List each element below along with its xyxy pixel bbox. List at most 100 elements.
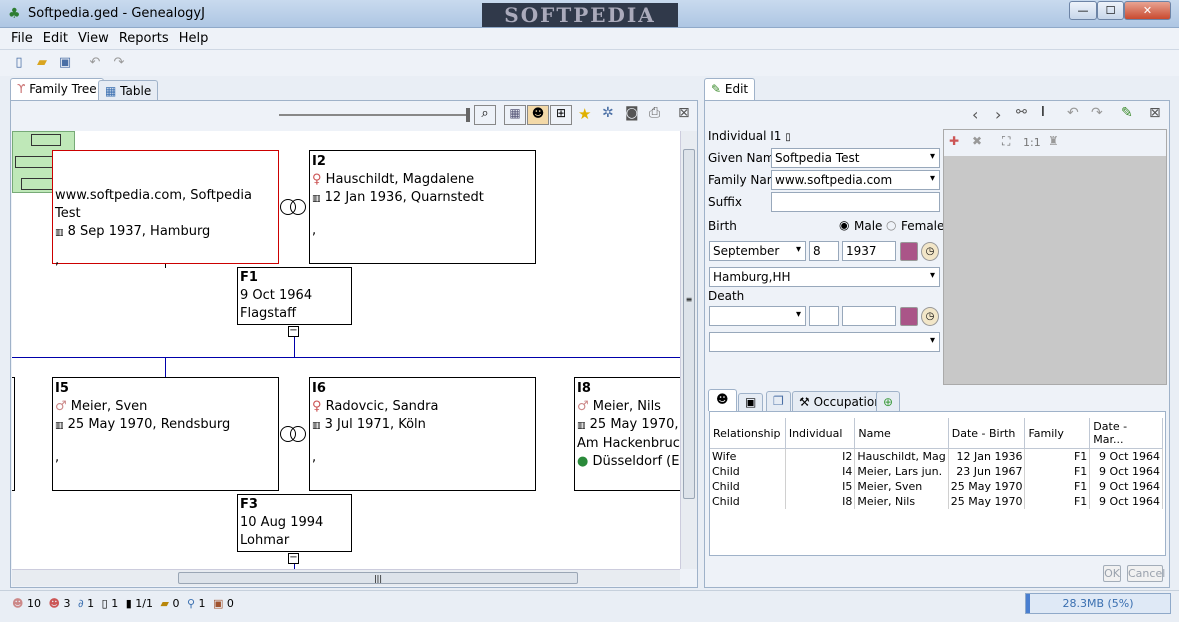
edit-pencil-icon[interactable]: ✎ bbox=[1121, 105, 1133, 121]
save-icon[interactable]: ▣ bbox=[56, 54, 74, 72]
death-year-field[interactable] bbox=[842, 306, 896, 326]
maximize-button[interactable]: ☐ bbox=[1097, 1, 1124, 20]
col-date-birth[interactable]: Date - Birth bbox=[948, 418, 1026, 449]
camera-icon[interactable]: ◙ bbox=[625, 105, 639, 121]
horizontal-scrollbar[interactable]: ||| bbox=[12, 569, 680, 586]
birth-icon: ▥ bbox=[312, 194, 321, 204]
zoom-slider-track[interactable] bbox=[279, 114, 469, 116]
family-card-f1[interactable]: F1 9 Oct 1964 Flagstaff bbox=[237, 267, 352, 325]
male-radio[interactable]: ◉ bbox=[839, 218, 849, 232]
birth-place-field[interactable]: Hamburg,HH bbox=[709, 267, 940, 287]
person-card-i1[interactable]: www.softpedia.com, Softpedia Test ▥ 8 Se… bbox=[52, 150, 279, 268]
scale-label[interactable]: 1:1 bbox=[1023, 136, 1041, 149]
back-arrow-icon[interactable]: ‹ bbox=[972, 105, 978, 124]
close-view-icon[interactable]: ⊠ bbox=[1149, 105, 1161, 121]
person-card-i8[interactable]: I8 ♂ Meier, Nils ▥ 25 May 1970, F Am Hac… bbox=[574, 377, 680, 491]
delete-media-icon[interactable]: ✖ bbox=[972, 134, 982, 148]
family-card-f3[interactable]: F3 10 Aug 1994 Lohmar bbox=[237, 494, 352, 552]
collapse-button[interactable]: − bbox=[288, 326, 299, 337]
tab-add-property[interactable]: ⊕ bbox=[876, 391, 901, 411]
person-card-i2[interactable]: I2 ♀ Hauschildt, Magdalene ▥ 12 Jan 1936… bbox=[309, 150, 536, 264]
undo-icon[interactable]: ↶ bbox=[1067, 105, 1079, 121]
add-media-icon[interactable]: ✚ bbox=[949, 134, 959, 148]
calendar-icon[interactable] bbox=[900, 242, 918, 261]
open-folder-icon[interactable]: ▰ bbox=[33, 54, 51, 72]
col-name[interactable]: Name bbox=[854, 418, 949, 449]
bookmark-star-icon[interactable]: ★ bbox=[578, 105, 591, 123]
tab-table-label: Table bbox=[120, 84, 152, 98]
cancel-button[interactable]: Cancel bbox=[1127, 565, 1165, 582]
horizontal-scroll-thumb[interactable]: ||| bbox=[178, 572, 578, 584]
tab-notes[interactable]: ▣ bbox=[738, 393, 764, 411]
vertical-scrollbar[interactable]: ≡ bbox=[680, 131, 697, 569]
family-name-field[interactable]: www.softpedia.com bbox=[771, 170, 940, 190]
table-row[interactable]: Wife I2 Hauschildt, Mag 12 Jan 1936 F1 9 Oct … bbox=[710, 448, 1163, 464]
menu-edit[interactable]: Edit bbox=[38, 28, 73, 46]
person-card-i6[interactable]: I6 ♀ Radovcic, Sandra ▥ 3 Jul 1971, Köln… bbox=[309, 377, 536, 491]
birth-place-value: Hamburg,HH bbox=[713, 270, 791, 284]
layout-grid-icon[interactable]: ▦ bbox=[504, 105, 526, 125]
memory-indicator[interactable]: 28.3MB (5%) bbox=[1025, 593, 1171, 614]
death-month-select[interactable] bbox=[709, 306, 806, 326]
birth-text: 8 Sep 1937, Hamburg bbox=[67, 224, 211, 239]
given-name-field[interactable]: Softpedia Test bbox=[771, 148, 940, 168]
individuals-count: 10 bbox=[26, 597, 41, 610]
undo-icon[interactable]: ↶ bbox=[86, 54, 104, 72]
female-label: Female bbox=[901, 219, 945, 233]
menu-view[interactable]: View bbox=[73, 28, 114, 46]
zoom-slider-thumb[interactable] bbox=[466, 108, 470, 122]
new-file-icon[interactable]: ▯ bbox=[10, 54, 28, 72]
forward-arrow-icon[interactable]: › bbox=[995, 105, 1001, 124]
redo-icon[interactable]: ↷ bbox=[1091, 105, 1103, 121]
close-button[interactable]: ✕ bbox=[1124, 1, 1171, 20]
clock-icon[interactable]: ◷ bbox=[921, 307, 939, 326]
tab-relations[interactable]: ☻ bbox=[708, 389, 737, 411]
death-day-field[interactable] bbox=[809, 306, 839, 326]
link-icon[interactable]: ⚯ bbox=[1016, 105, 1027, 120]
menu-file[interactable]: File bbox=[6, 28, 38, 46]
status-counts: ☻ 10 ☻ 3 ∂ 1 ▯ 1 ▮ 1/1 ▰ 0 ⚲ 1 ▣ 0 bbox=[12, 597, 234, 610]
person-card-partial[interactable] bbox=[12, 377, 15, 491]
text-cursor-icon[interactable]: Ι bbox=[1041, 105, 1045, 120]
table-row[interactable]: Child I4 Meier, Lars jun. 23 Jun 1967 F1 9 Oc… bbox=[710, 463, 1163, 479]
collapse-button[interactable]: − bbox=[288, 553, 299, 564]
table-row[interactable]: Child I5 Meier, Sven 25 May 1970 F1 9 Oct 196… bbox=[710, 478, 1163, 494]
col-family[interactable]: Family bbox=[1024, 418, 1091, 449]
person-card-i5[interactable]: I5 ♂ Meier, Sven ▥ 25 May 1970, Rendsbur… bbox=[52, 377, 279, 491]
person-view-icon[interactable]: ☻ bbox=[527, 105, 549, 125]
col-relationship[interactable]: Relationship bbox=[710, 418, 786, 449]
birth-month-select[interactable]: September bbox=[709, 241, 806, 261]
birth-day-field[interactable]: 8 bbox=[809, 241, 839, 261]
tab-edit[interactable]: ✎ Edit bbox=[704, 78, 756, 100]
redo-icon[interactable]: ↷ bbox=[110, 54, 128, 72]
ok-button[interactable]: OK bbox=[1103, 565, 1121, 582]
menu-reports[interactable]: Reports bbox=[114, 28, 174, 46]
close-view-icon[interactable]: ⊠ bbox=[678, 105, 690, 121]
tab-table[interactable]: ▦ Table bbox=[98, 80, 159, 100]
globe-icon: ● bbox=[577, 454, 589, 469]
settings-gear-icon[interactable]: ✲ bbox=[602, 105, 614, 121]
table-row[interactable]: Child I8 Meier, Nils 25 May 1970 F1 9 Oct 196… bbox=[710, 493, 1163, 509]
col-date-marriage[interactable]: Date - Mar... bbox=[1089, 418, 1163, 449]
tab-occupation[interactable]: ⚒ Occupation bbox=[792, 391, 889, 411]
minimize-button[interactable]: — bbox=[1069, 1, 1097, 20]
zoom-search-icon[interactable]: ⌕ bbox=[474, 105, 496, 125]
print-icon[interactable]: ⎙ bbox=[649, 105, 660, 121]
col-individual[interactable]: Individual bbox=[785, 418, 856, 449]
tab-family-tree[interactable]: ϒ Family Tree bbox=[10, 78, 104, 100]
female-radio[interactable]: ○ bbox=[886, 218, 896, 232]
trash-icon[interactable]: ♜ bbox=[1048, 134, 1059, 148]
fit-icon[interactable]: ⛶ bbox=[1002, 134, 1010, 149]
tree-canvas[interactable]: www.softpedia.com, Softpedia Test ▥ 8 Se… bbox=[12, 131, 680, 569]
suffix-field[interactable] bbox=[771, 192, 940, 212]
vertical-scroll-thumb[interactable]: ≡ bbox=[683, 149, 695, 499]
fold-icon[interactable]: ⊞ bbox=[550, 105, 572, 125]
death-place-field[interactable] bbox=[709, 332, 940, 352]
tab-sources[interactable]: ❐ bbox=[766, 391, 791, 411]
menu-help[interactable]: Help bbox=[174, 28, 214, 46]
cell: I8 bbox=[785, 493, 856, 509]
birth-line: ▥ 25 May 1970, Rendsburg bbox=[55, 416, 276, 435]
birth-year-field[interactable]: 1937 bbox=[842, 241, 896, 261]
calendar-icon[interactable] bbox=[900, 307, 918, 326]
clock-icon[interactable]: ◷ bbox=[921, 242, 939, 261]
